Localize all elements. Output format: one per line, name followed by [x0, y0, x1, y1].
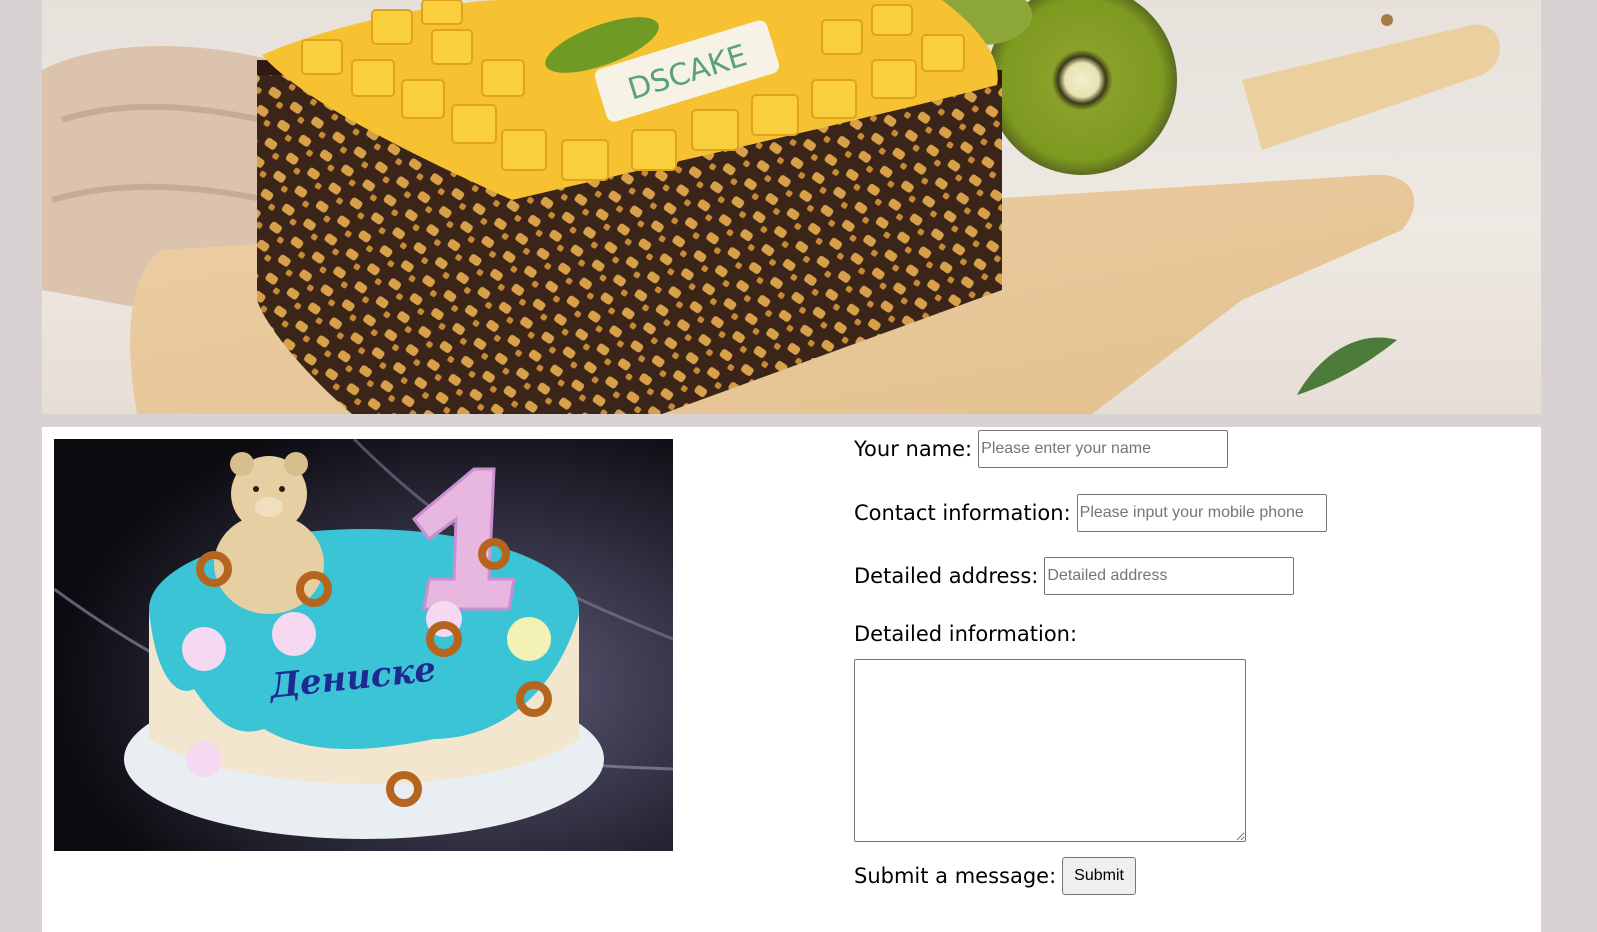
address-label: Detailed address:	[854, 564, 1039, 588]
order-form: Your name: Contact information: Detailed…	[854, 427, 1534, 932]
content-panel: Дениске Your name:Please enter your name…	[42, 427, 1541, 932]
info-row: Detailed information:	[854, 622, 1077, 646]
contact-row: Contact information:	[854, 494, 1327, 532]
name-label: Your name:	[854, 437, 973, 461]
page: DSCAKE Дениске Your name:Please enter yo…	[42, 0, 1541, 932]
contact-input[interactable]	[1076, 494, 1327, 532]
section-gap	[42, 414, 1541, 427]
address-input[interactable]	[1044, 557, 1295, 595]
address-row: Detailed address:	[854, 557, 1295, 595]
detailed-information-textarea[interactable]	[854, 659, 1246, 842]
name-row: Your name:	[854, 430, 1229, 468]
submit-label: Submit a message:	[854, 864, 1057, 888]
birthday-cake-image: Дениске	[54, 439, 673, 851]
submit-row: Submit a message: Submit	[854, 857, 1136, 895]
contact-label: Contact information:	[854, 501, 1071, 525]
info-label: Detailed information:	[854, 622, 1078, 646]
submit-button[interactable]: Submit	[1062, 857, 1136, 895]
name-input[interactable]	[978, 430, 1229, 468]
hero-banner-image: DSCAKE	[42, 0, 1541, 414]
